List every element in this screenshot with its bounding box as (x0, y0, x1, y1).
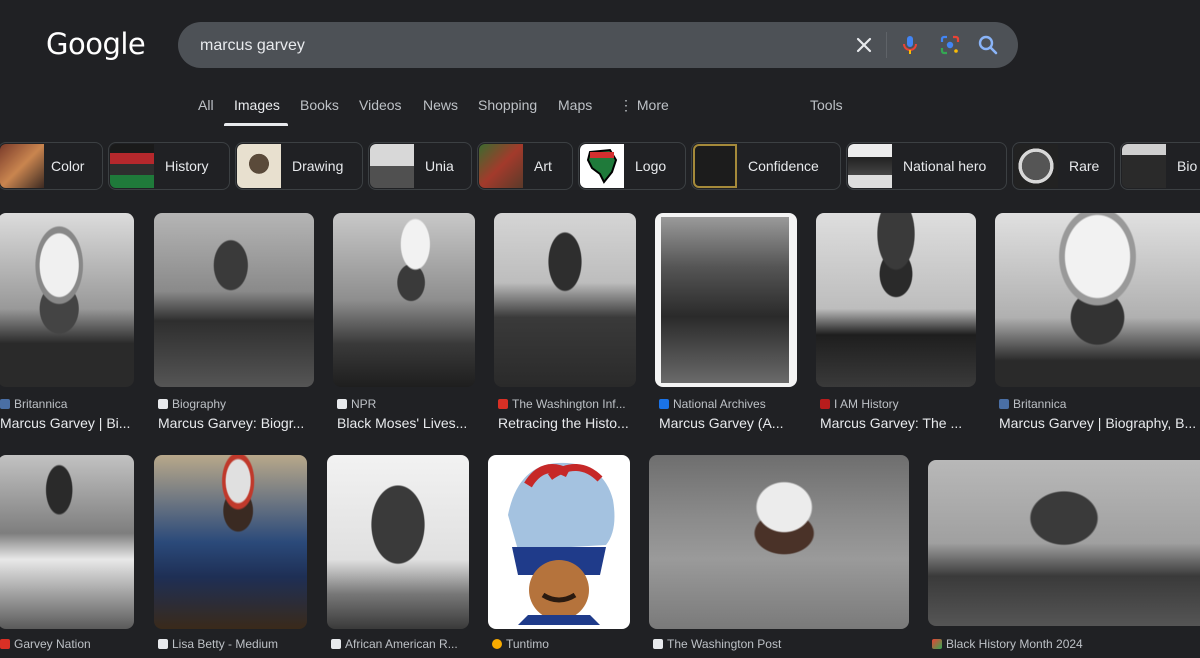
result-image[interactable] (995, 213, 1200, 387)
chip-thumbnail (1014, 144, 1058, 188)
result-image[interactable] (154, 213, 314, 387)
search-icon[interactable] (976, 33, 1000, 57)
chip-confidence[interactable]: Confidence (691, 142, 841, 190)
chip-label: Rare (1069, 158, 1100, 174)
result-source[interactable]: Britannica (0, 397, 134, 411)
result-source[interactable]: Biography (158, 397, 314, 411)
chip-label: National hero (903, 158, 987, 174)
search-divider (886, 32, 887, 58)
result-title[interactable]: Marcus Garvey | Biography, B... (999, 415, 1200, 431)
result-image[interactable] (333, 213, 475, 387)
chip-thumbnail (370, 144, 414, 188)
chip-label: Color (51, 158, 85, 174)
result-source[interactable]: Britannica (999, 397, 1200, 411)
tab-maps[interactable]: Maps (558, 97, 592, 113)
active-tab-indicator (224, 123, 288, 126)
chip-thumbnail (237, 144, 281, 188)
result-image[interactable] (0, 455, 134, 629)
chip-color[interactable]: Color (0, 142, 103, 190)
tab-videos[interactable]: Videos (359, 97, 402, 113)
tools-button[interactable]: Tools (810, 97, 843, 113)
result-source[interactable]: Black History Month 2024 (932, 637, 1200, 651)
clear-icon[interactable] (852, 33, 876, 57)
chip-label: Bio (1177, 158, 1198, 174)
chip-thumbnail (0, 144, 44, 188)
favicon-icon (337, 399, 347, 409)
result-title[interactable]: Black Moses' Lives... (337, 415, 475, 431)
chip-drawing[interactable]: Drawing (235, 142, 363, 190)
favicon-icon (331, 639, 341, 649)
google-logo[interactable]: Google (46, 27, 146, 61)
chip-thumbnail (580, 144, 624, 188)
chip-art[interactable]: Art (477, 142, 573, 190)
result-title[interactable]: Marcus Garvey: Biogr... (158, 415, 314, 431)
chip-rare[interactable]: Rare (1012, 142, 1115, 190)
favicon-icon (820, 399, 830, 409)
result-source[interactable]: Garvey Nation (0, 637, 134, 651)
chip-thumbnail (110, 144, 154, 188)
result-image[interactable] (494, 213, 636, 387)
favicon-icon (999, 399, 1009, 409)
result-source[interactable]: National Archives (659, 397, 797, 411)
chip-thumbnail (479, 144, 523, 188)
chip-national-hero[interactable]: National hero (846, 142, 1007, 190)
chip-unia[interactable]: Unia (368, 142, 472, 190)
favicon-icon (492, 639, 502, 649)
microphone-icon[interactable] (898, 33, 922, 57)
tab-news[interactable]: News (423, 97, 458, 113)
result-image[interactable] (928, 460, 1200, 626)
result-image-inner (661, 217, 789, 383)
result-image[interactable] (655, 213, 797, 387)
favicon-icon (932, 639, 942, 649)
tab-images[interactable]: Images (234, 97, 280, 113)
favicon-icon (158, 399, 168, 409)
search-box[interactable] (178, 22, 1018, 70)
result-source[interactable]: Tuntimo (492, 637, 630, 651)
result-image[interactable] (488, 455, 630, 629)
result-source[interactable]: African American R... (331, 637, 469, 651)
result-title[interactable]: Retracing the Histo... (498, 415, 636, 431)
favicon-icon (0, 639, 10, 649)
result-source[interactable]: Lisa Betty - Medium (158, 637, 307, 651)
result-source[interactable]: I AM History (820, 397, 976, 411)
africa-logo-icon (586, 148, 618, 184)
result-image[interactable] (0, 213, 134, 387)
chip-thumbnail (693, 144, 737, 188)
result-title[interactable]: Marcus Garvey (A... (659, 415, 797, 431)
tab-more[interactable]: ⋮ More (619, 97, 669, 114)
cartoon-portrait-icon (508, 462, 615, 625)
favicon-icon (0, 399, 10, 409)
chip-history[interactable]: History (108, 142, 230, 190)
favicon-icon (653, 639, 663, 649)
chip-logo[interactable]: Logo (578, 142, 686, 190)
tab-shopping[interactable]: Shopping (478, 97, 537, 113)
chip-label: Art (534, 158, 552, 174)
chip-label: Confidence (748, 158, 819, 174)
result-image[interactable] (154, 455, 307, 629)
result-source[interactable]: NPR (337, 397, 475, 411)
result-source[interactable]: The Washington Post (653, 637, 909, 651)
favicon-icon (659, 399, 669, 409)
chip-label: Unia (425, 158, 454, 174)
lens-icon[interactable] (938, 33, 962, 57)
search-input[interactable] (198, 22, 802, 70)
result-title[interactable]: Marcus Garvey | Bi... (0, 415, 134, 431)
result-image[interactable] (816, 213, 976, 387)
chip-thumbnail (1122, 144, 1166, 188)
chip-bio[interactable]: Bio (1120, 142, 1200, 190)
result-title[interactable]: Marcus Garvey: The ... (820, 415, 976, 431)
chip-thumbnail (848, 144, 892, 188)
chip-label: Logo (635, 158, 667, 174)
favicon-icon (498, 399, 508, 409)
chip-label: Drawing (292, 158, 344, 174)
chip-label: History (165, 158, 209, 174)
result-image[interactable] (327, 455, 469, 629)
result-image[interactable] (649, 455, 909, 629)
result-source[interactable]: The Washington Inf... (498, 397, 636, 411)
tab-all[interactable]: All (198, 97, 214, 113)
favicon-icon (158, 639, 168, 649)
tab-books[interactable]: Books (300, 97, 339, 113)
